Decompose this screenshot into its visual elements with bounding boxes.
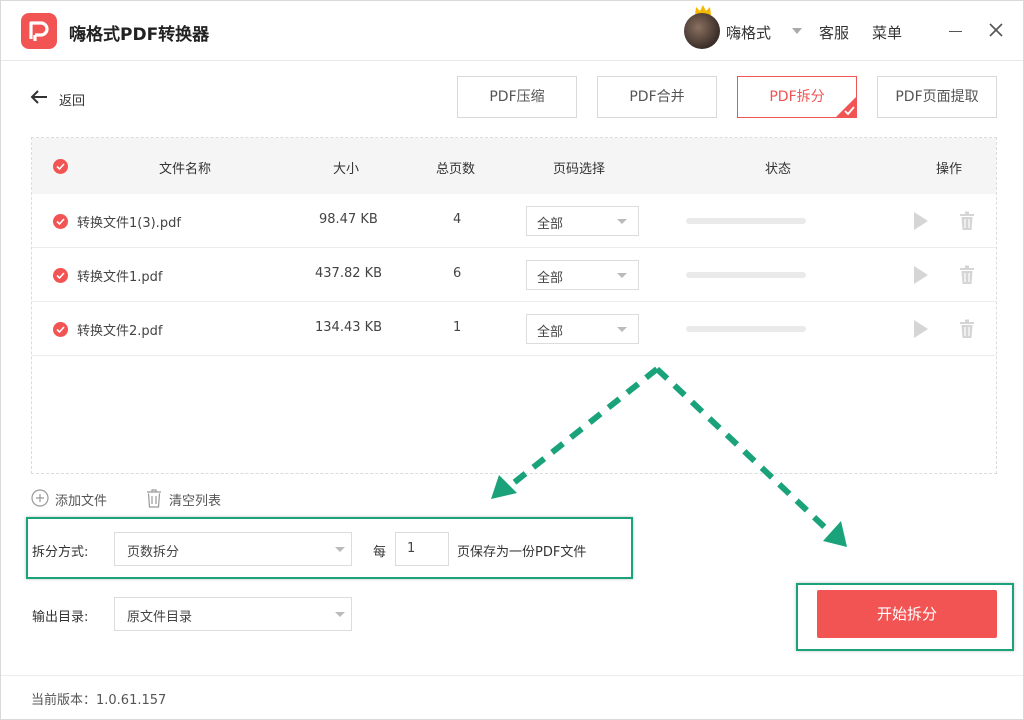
arrow-head-left — [491, 475, 517, 499]
back-button[interactable]: 返回 — [59, 90, 85, 109]
check-icon — [56, 326, 65, 334]
row-checkbox[interactable] — [53, 214, 68, 229]
play-icon[interactable] — [914, 320, 928, 338]
tab-pdf-page-extract[interactable]: PDF页面提取 — [877, 76, 997, 118]
per-suffix-label: 页保存为一份PDF文件 — [457, 545, 587, 560]
app-logo-icon — [21, 13, 57, 49]
file-name: 转换文件1.pdf — [77, 270, 163, 285]
page-select-dropdown[interactable]: 全部 — [526, 260, 639, 290]
selected-check-icon — [835, 96, 857, 118]
split-mode-value: 页数拆分 — [127, 545, 180, 560]
file-pages: 6 — [453, 266, 462, 281]
row-checkbox[interactable] — [53, 268, 68, 283]
select-all-checkbox[interactable] — [53, 159, 68, 174]
minimize-icon[interactable] — [949, 31, 962, 32]
header-total-pages: 总页数 — [436, 162, 476, 177]
play-icon[interactable] — [914, 212, 928, 230]
version-label: 当前版本：1.0.61.157 — [31, 693, 167, 708]
progress-bar — [686, 218, 806, 224]
trash-icon[interactable] — [958, 265, 976, 285]
tab-pdf-merge[interactable]: PDF合并 — [597, 76, 717, 118]
file-size: 98.47 KB — [319, 212, 378, 227]
header-actions: 操作 — [936, 162, 963, 177]
tab-pdf-split[interactable]: PDF拆分 — [737, 76, 857, 118]
chevron-down-icon — [617, 273, 627, 278]
page-select-value: 全部 — [537, 217, 564, 232]
add-file-button[interactable]: 添加文件 — [55, 490, 107, 509]
file-size: 134.43 KB — [315, 320, 383, 335]
user-dropdown-icon[interactable] — [792, 28, 802, 34]
trash-icon[interactable] — [958, 211, 976, 231]
file-name: 转换文件2.pdf — [77, 324, 163, 339]
close-icon[interactable] — [987, 21, 1005, 39]
header-file-name: 文件名称 — [159, 162, 212, 177]
chevron-down-icon — [617, 327, 627, 332]
app-title: 嗨格式PDF转换器 — [69, 25, 210, 45]
progress-bar — [686, 272, 806, 278]
page-select-value: 全部 — [537, 325, 564, 340]
page-select-dropdown[interactable]: 全部 — [526, 314, 639, 344]
file-name: 转换文件1(3).pdf — [77, 216, 181, 231]
check-icon — [56, 218, 65, 226]
page-select-dropdown[interactable]: 全部 — [526, 206, 639, 236]
tab-pdf-split-label: PDF拆分 — [769, 89, 825, 105]
title-bar: 嗨格式PDF转换器 嗨格式 客服 菜单 — [1, 1, 1023, 61]
customer-service-link[interactable]: 客服 — [819, 22, 849, 43]
add-circle-icon[interactable] — [31, 489, 49, 507]
header-page-select: 页码选择 — [553, 162, 606, 177]
footer-divider — [1, 675, 1023, 676]
row-checkbox[interactable] — [53, 322, 68, 337]
output-dir-label: 输出目录: — [32, 610, 89, 625]
table-row: 转换文件2.pdf 134.43 KB 1 全部 — [32, 302, 996, 356]
table-row: 转换文件1(3).pdf 98.47 KB 4 全部 — [32, 194, 996, 248]
back-arrow-icon[interactable] — [29, 87, 49, 107]
menu-link[interactable]: 菜单 — [872, 22, 902, 43]
pages-per-file-input[interactable]: 1 — [395, 532, 449, 566]
chevron-down-icon — [335, 547, 345, 552]
play-icon[interactable] — [914, 266, 928, 284]
trash-icon[interactable] — [145, 488, 163, 508]
progress-bar — [686, 326, 806, 332]
table-row: 转换文件1.pdf 437.82 KB 6 全部 — [32, 248, 996, 302]
tab-pdf-compress[interactable]: PDF压缩 — [457, 76, 577, 118]
chevron-down-icon — [617, 219, 627, 224]
split-mode-label: 拆分方式: — [32, 545, 89, 560]
check-icon — [56, 272, 65, 280]
file-pages: 1 — [453, 320, 462, 335]
header-status: 状态 — [765, 162, 792, 177]
header-size: 大小 — [333, 162, 360, 177]
page-select-value: 全部 — [537, 271, 564, 286]
app-window: 嗨格式PDF转换器 嗨格式 客服 菜单 返回 PDF压缩 PDF合并 PDF拆分… — [0, 0, 1024, 720]
avatar[interactable] — [684, 13, 720, 49]
check-icon — [56, 163, 65, 171]
arrow-head-right — [823, 521, 847, 547]
output-dir-dropdown[interactable]: 原文件目录 — [114, 597, 352, 631]
file-table: 文件名称 大小 总页数 页码选择 状态 操作 转换文件1(3).pdf 98.4… — [31, 137, 997, 474]
split-mode-dropdown[interactable]: 页数拆分 — [114, 532, 352, 566]
start-split-button[interactable]: 开始拆分 — [817, 590, 997, 638]
file-size: 437.82 KB — [315, 266, 383, 281]
clear-list-button[interactable]: 清空列表 — [169, 490, 221, 509]
table-header: 文件名称 大小 总页数 页码选择 状态 操作 — [32, 138, 996, 194]
file-pages: 4 — [453, 212, 462, 227]
per-label: 每 — [373, 545, 387, 560]
trash-icon[interactable] — [958, 319, 976, 339]
username[interactable]: 嗨格式 — [726, 22, 771, 43]
chevron-down-icon — [335, 612, 345, 617]
output-dir-value: 原文件目录 — [127, 610, 193, 625]
